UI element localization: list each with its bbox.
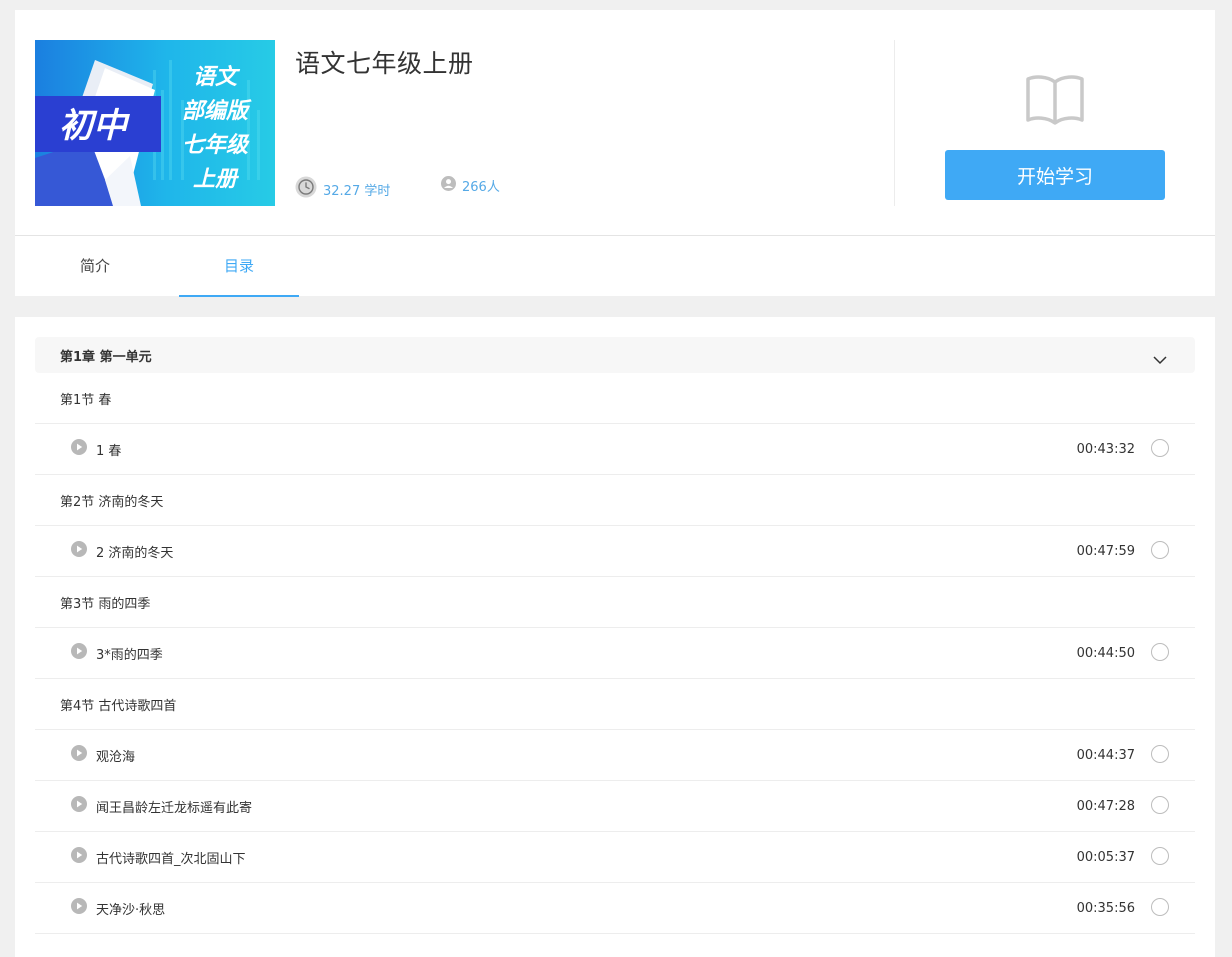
start-learning-button[interactable]: 开始学习 xyxy=(945,150,1165,200)
lesson-duration: 00:44:37 xyxy=(1076,747,1135,763)
section-title: 第2节 济南的冬天 xyxy=(60,494,164,510)
play-icon xyxy=(71,796,87,816)
chapter-header[interactable]: 第1章 第一单元 xyxy=(35,337,1195,373)
lesson-title: 天净沙·秋思 xyxy=(96,902,166,918)
tab-intro[interactable]: 简介 xyxy=(35,236,155,295)
catalog-card: 第1章 第一单元 第1节 春 1 春 00:43:32 第2节 济南的冬天 2 … xyxy=(15,317,1215,957)
progress-circle-icon xyxy=(1151,541,1169,559)
course-cover-graphic: 初中 语文 部编版 七年级 上册 xyxy=(35,40,275,206)
lesson-title: 闻王昌龄左迁龙标遥有此寄 xyxy=(96,800,253,816)
cover-line-4: 上册 xyxy=(193,167,240,192)
cover-line-1: 语文 xyxy=(193,64,241,90)
lesson-row[interactable]: 观沧海 00:44:37 xyxy=(35,730,1195,781)
course-hours: 32.27 学时 xyxy=(295,176,390,202)
tab-catalog[interactable]: 目录 xyxy=(179,236,299,297)
play-icon xyxy=(71,898,87,918)
catalog-list: 第1节 春 1 春 00:43:32 第2节 济南的冬天 2 济南的冬天 00:… xyxy=(35,373,1195,934)
chevron-down-icon[interactable] xyxy=(1153,350,1167,369)
svg-text:初中: 初中 xyxy=(59,106,130,146)
cover-badge-text: 初中 xyxy=(59,106,130,146)
tab-bar: 简介 目录 xyxy=(15,235,1215,297)
user-icon xyxy=(441,176,456,195)
lesson-row[interactable]: 3*雨的四季 00:44:50 xyxy=(35,628,1195,679)
section-row: 第3节 雨的四季 xyxy=(35,577,1195,628)
course-title: 语文七年级上册 xyxy=(295,49,474,78)
course-cover-image[interactable]: 初中 语文 部编版 七年级 上册 xyxy=(35,40,275,206)
clock-icon xyxy=(295,176,317,202)
cover-line-2: 部编版 xyxy=(182,98,252,124)
lesson-duration: 00:47:28 xyxy=(1076,798,1135,814)
lesson-row[interactable]: 古代诗歌四首_次北固山下 00:05:37 xyxy=(35,832,1195,883)
course-hours-value: 32.27 学时 xyxy=(323,183,391,199)
play-icon xyxy=(71,745,87,765)
lesson-duration: 00:47:59 xyxy=(1076,543,1135,559)
section-title: 第1节 春 xyxy=(60,392,112,408)
lesson-title: 1 春 xyxy=(96,443,122,459)
lesson-duration: 00:44:50 xyxy=(1076,645,1135,661)
progress-circle-icon xyxy=(1151,643,1169,661)
lesson-duration: 00:43:32 xyxy=(1076,441,1135,457)
lesson-title: 古代诗歌四首_次北固山下 xyxy=(96,851,246,867)
progress-circle-icon xyxy=(1151,898,1169,916)
section-row: 第2节 济南的冬天 xyxy=(35,475,1195,526)
course-people-value: 266人 xyxy=(462,180,500,195)
progress-circle-icon xyxy=(1151,847,1169,865)
progress-circle-icon xyxy=(1151,796,1169,814)
course-people: 266人 xyxy=(441,176,500,195)
header-divider xyxy=(894,40,895,206)
lesson-row[interactable]: 闻王昌龄左迁龙标遥有此寄 00:47:28 xyxy=(35,781,1195,832)
lesson-duration: 00:35:56 xyxy=(1076,900,1135,916)
section-title: 第4节 古代诗歌四首 xyxy=(60,698,177,714)
play-icon xyxy=(71,643,87,663)
progress-circle-icon xyxy=(1151,745,1169,763)
lesson-title: 观沧海 xyxy=(96,749,136,765)
progress-circle-icon xyxy=(1151,439,1169,457)
play-icon xyxy=(71,439,87,459)
section-title: 第3节 雨的四季 xyxy=(60,596,151,612)
section-row: 第1节 春 xyxy=(35,373,1195,424)
section-row: 第4节 古代诗歌四首 xyxy=(35,679,1195,730)
lesson-row[interactable]: 天净沙·秋思 00:35:56 xyxy=(35,883,1195,934)
chapter-title: 第1章 第一单元 xyxy=(60,349,152,365)
book-icon xyxy=(1025,74,1085,130)
play-icon xyxy=(71,847,87,867)
play-icon xyxy=(71,541,87,561)
lesson-title: 2 济南的冬天 xyxy=(96,545,174,561)
lesson-duration: 00:05:37 xyxy=(1076,849,1135,865)
lesson-row[interactable]: 2 济南的冬天 00:47:59 xyxy=(35,526,1195,577)
cover-line-3: 七年级 xyxy=(182,132,250,158)
lesson-title: 3*雨的四季 xyxy=(96,647,163,663)
course-header-card: 初中 语文 部编版 七年级 上册 语文七年级上册 32.27 学时 266人 开… xyxy=(15,10,1215,297)
lesson-row[interactable]: 1 春 00:43:32 xyxy=(35,424,1195,475)
